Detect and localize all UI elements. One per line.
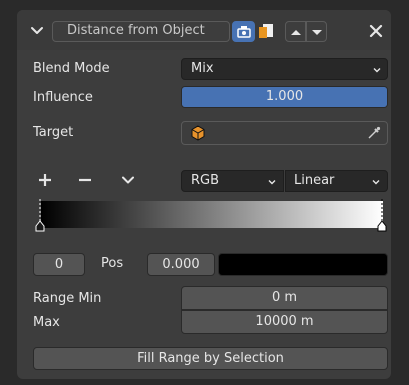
panel-header: Distance from Object xyxy=(17,10,391,50)
fill-range-button[interactable]: Fill Range by Selection xyxy=(33,347,388,370)
influence-label: Influence xyxy=(33,90,93,105)
name-field[interactable]: Distance from Object xyxy=(52,21,230,42)
chevron-down-icon xyxy=(372,64,382,74)
range-min-value: 0 m xyxy=(271,290,298,305)
color-ramp-gradient[interactable] xyxy=(41,201,383,228)
interpolation-dropdown[interactable]: Linear xyxy=(285,170,388,192)
stop-position-field[interactable]: 0.000 xyxy=(147,253,215,276)
range-max-value: 10000 m xyxy=(255,314,314,329)
target-field[interactable] xyxy=(181,121,388,145)
stop-color-swatch[interactable] xyxy=(218,253,388,276)
target-label: Target xyxy=(33,125,74,140)
chevron-down-icon xyxy=(371,176,381,186)
range-max-field[interactable]: 10000 m xyxy=(181,310,388,334)
influence-value: 1.000 xyxy=(265,89,304,104)
influence-slider[interactable]: 1.000 xyxy=(181,86,388,108)
move-up-button[interactable] xyxy=(285,21,306,42)
copy-icon[interactable] xyxy=(257,22,275,40)
object-cube-icon xyxy=(190,125,206,141)
blend-mode-dropdown[interactable]: Mix xyxy=(181,58,388,80)
close-icon[interactable] xyxy=(368,23,384,39)
ramp-menu-icon[interactable] xyxy=(120,172,136,188)
range-max-label: Max xyxy=(33,315,60,330)
modifier-panel: Distance from Object Blend Mode Mix Infl… xyxy=(17,10,391,379)
color-stop-marker[interactable] xyxy=(35,199,45,232)
eyedropper-icon[interactable] xyxy=(367,126,381,140)
interpolation-value: Linear xyxy=(294,173,335,188)
move-up-icon xyxy=(288,24,304,40)
blend-mode-label: Blend Mode xyxy=(33,61,110,76)
blend-mode-value: Mix xyxy=(191,61,214,76)
pos-label: Pos xyxy=(101,256,124,271)
move-down-icon xyxy=(309,24,325,40)
color-stop-marker[interactable] xyxy=(377,199,387,232)
range-min-field[interactable]: 0 m xyxy=(181,286,388,310)
collapse-arrow-icon[interactable] xyxy=(29,22,45,38)
active-stop-index-value: 0 xyxy=(54,257,64,272)
add-stop-icon[interactable] xyxy=(37,172,53,188)
active-stop-index[interactable]: 0 xyxy=(33,253,85,276)
fill-range-button-label: Fill Range by Selection xyxy=(137,351,284,366)
color-mode-value: RGB xyxy=(191,173,220,188)
range-min-label: Range Min xyxy=(33,291,102,306)
move-down-button[interactable] xyxy=(306,21,327,42)
remove-stop-icon[interactable] xyxy=(77,172,93,188)
color-mode-dropdown[interactable]: RGB xyxy=(181,170,284,192)
camera-restrict-toggle[interactable] xyxy=(232,21,255,42)
camera-restrict-icon xyxy=(236,24,252,40)
chevron-down-icon xyxy=(267,176,277,186)
stop-position-value: 0.000 xyxy=(162,257,200,272)
name-field-text: Distance from Object xyxy=(67,23,205,38)
